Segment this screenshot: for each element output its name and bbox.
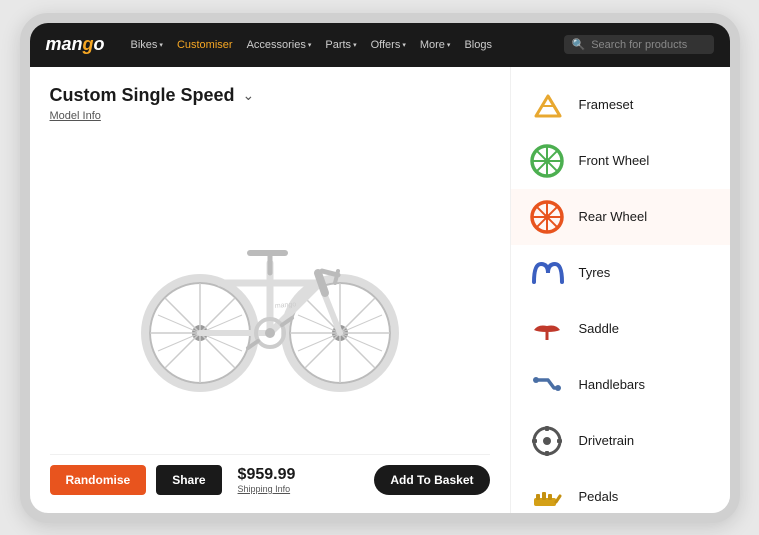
component-item-front-wheel[interactable]: Front Wheel bbox=[511, 133, 730, 189]
saddle-icon bbox=[527, 309, 567, 349]
model-dropdown-icon[interactable]: ⌄ bbox=[243, 87, 255, 104]
component-item-pedals[interactable]: Pedals bbox=[511, 469, 730, 513]
price-display: $959.99 bbox=[238, 466, 296, 484]
drivetrain-label: Drivetrain bbox=[579, 433, 635, 448]
nav-customiser[interactable]: Customiser bbox=[177, 39, 233, 51]
model-title: Custom Single Speed bbox=[50, 85, 235, 106]
nav-blogs[interactable]: Blogs bbox=[464, 39, 492, 51]
saddle-label: Saddle bbox=[579, 321, 619, 336]
frameset-label: Frameset bbox=[579, 97, 634, 112]
shipping-info-link[interactable]: Shipping Info bbox=[238, 484, 296, 494]
search-icon: 🔍 bbox=[572, 38, 586, 51]
component-item-rear-wheel[interactable]: Rear Wheel bbox=[511, 189, 730, 245]
randomise-button[interactable]: Randomise bbox=[50, 465, 147, 495]
chevron-down-icon: ▾ bbox=[159, 41, 163, 49]
nav-parts[interactable]: Parts ▾ bbox=[325, 39, 356, 51]
navbar: mango Bikes ▾ Customiser Accessories ▾ P… bbox=[30, 23, 730, 67]
nav-offers[interactable]: Offers ▾ bbox=[371, 39, 406, 51]
tablet-frame: mango Bikes ▾ Customiser Accessories ▾ P… bbox=[20, 13, 740, 523]
model-selector[interactable]: Custom Single Speed ⌄ bbox=[50, 85, 490, 106]
component-list: Frameset Front Wheel bbox=[510, 67, 730, 513]
nav-items: Bikes ▾ Customiser Accessories ▾ Parts ▾… bbox=[131, 39, 546, 51]
front-wheel-label: Front Wheel bbox=[579, 153, 650, 168]
bike-illustration: mango bbox=[120, 193, 420, 393]
pedals-label: Pedals bbox=[579, 489, 619, 504]
nav-more[interactable]: More ▾ bbox=[420, 39, 451, 51]
bottom-bar: Randomise Share $959.99 Shipping Info Ad… bbox=[50, 454, 490, 495]
frameset-icon bbox=[527, 85, 567, 125]
rear-wheel-label: Rear Wheel bbox=[579, 209, 648, 224]
model-info-link[interactable]: Model Info bbox=[50, 110, 490, 122]
component-item-saddle[interactable]: Saddle bbox=[511, 301, 730, 357]
rear-wheel-icon bbox=[527, 197, 567, 237]
chevron-down-icon: ▾ bbox=[447, 41, 451, 49]
search-placeholder: Search for products bbox=[591, 39, 687, 51]
handlebars-icon bbox=[527, 365, 567, 405]
chevron-down-icon: ▾ bbox=[402, 41, 406, 49]
tyres-label: Tyres bbox=[579, 265, 611, 280]
chevron-down-icon: ▾ bbox=[353, 41, 357, 49]
nav-accessories[interactable]: Accessories ▾ bbox=[247, 39, 312, 51]
logo[interactable]: mango bbox=[46, 34, 105, 55]
add-to-basket-button[interactable]: Add To Basket bbox=[374, 465, 489, 495]
tyres-icon bbox=[527, 253, 567, 293]
pedals-icon bbox=[527, 477, 567, 513]
main-content: Custom Single Speed ⌄ Model Info bbox=[30, 67, 730, 513]
component-item-drivetrain[interactable]: Drivetrain bbox=[511, 413, 730, 469]
component-item-tyres[interactable]: Tyres bbox=[511, 245, 730, 301]
drivetrain-icon bbox=[527, 421, 567, 461]
chevron-down-icon: ▾ bbox=[308, 41, 312, 49]
share-button[interactable]: Share bbox=[156, 465, 221, 495]
handlebars-label: Handlebars bbox=[579, 377, 646, 392]
nav-bikes[interactable]: Bikes ▾ bbox=[131, 39, 163, 51]
search-bar[interactable]: 🔍 Search for products bbox=[564, 35, 714, 54]
left-panel: Custom Single Speed ⌄ Model Info bbox=[30, 67, 510, 513]
price-info: $959.99 Shipping Info bbox=[238, 466, 296, 494]
component-item-frameset[interactable]: Frameset bbox=[511, 77, 730, 133]
bike-image: mango bbox=[50, 132, 490, 454]
front-wheel-icon bbox=[527, 141, 567, 181]
component-item-handlebars[interactable]: Handlebars bbox=[511, 357, 730, 413]
